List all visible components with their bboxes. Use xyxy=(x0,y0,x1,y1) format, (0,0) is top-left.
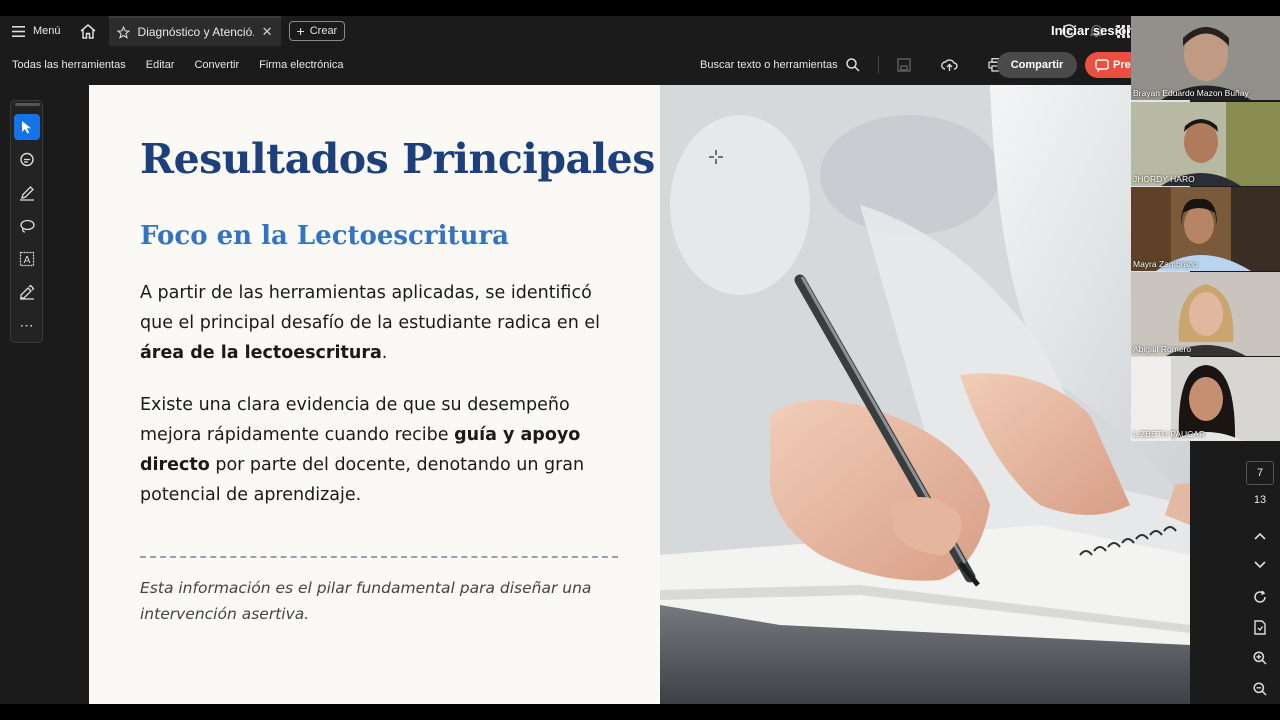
chevron-down-icon xyxy=(1254,561,1266,569)
star-icon[interactable] xyxy=(116,25,130,39)
app-window: Menú Diagnóstico y Atenció... ✕ + Crear … xyxy=(0,0,1280,720)
next-page-button[interactable] xyxy=(1248,553,1272,577)
hamburger-icon xyxy=(12,25,25,37)
upload-cloud-icon[interactable] xyxy=(940,58,958,72)
create-button[interactable]: + Crear xyxy=(288,21,346,41)
toolbar-edit[interactable]: Editar xyxy=(146,59,175,71)
participant-name: LIZBETH PAUCAR xyxy=(1133,429,1206,439)
comment-icon xyxy=(20,152,34,167)
page-nav-rail: 7 13 xyxy=(1240,458,1280,708)
plus-icon: + xyxy=(296,23,305,39)
rotate-button[interactable] xyxy=(1248,585,1272,609)
page-thumbnails-button[interactable] xyxy=(1248,615,1272,639)
toolbar-convert[interactable]: Convertir xyxy=(194,59,239,71)
toolbar-right: Buscar texto o herramientas xyxy=(700,46,1004,84)
participant-tile[interactable]: Brayan Eduardo Mazon Buñay xyxy=(1131,16,1280,100)
left-tool-rail: A ⋯ xyxy=(10,100,43,343)
menu-label: Menú xyxy=(33,25,61,37)
create-label: Crear xyxy=(309,25,338,37)
chevron-up-icon xyxy=(1254,532,1266,540)
tab-bar: Menú Diagnóstico y Atenció... ✕ + Crear … xyxy=(0,16,1280,46)
video-participants-panel: Brayan Eduardo Mazon Buñay JHORDY HARO M… xyxy=(1131,16,1280,442)
zoom-in-icon xyxy=(1253,651,1267,665)
top-strip xyxy=(0,0,1280,16)
slide-text-panel: Resultados Principales Foco en la Lectoe… xyxy=(89,85,660,704)
document-tab[interactable]: Diagnóstico y Atenció... ✕ xyxy=(108,16,281,46)
tab-title: Diagnóstico y Atenció... xyxy=(137,25,254,39)
dashed-divider xyxy=(140,556,618,558)
crosshair-cursor-icon xyxy=(709,150,723,164)
signature-pen-icon xyxy=(20,284,35,300)
participant-name: Brayan Eduardo Mazon Buñay xyxy=(1133,88,1249,98)
paragraph-1: A partir de las herramientas aplicadas, … xyxy=(140,278,620,368)
signin-link[interactable]: Iniciar sesión xyxy=(1051,16,1134,46)
save-icon[interactable] xyxy=(896,58,911,72)
zoom-in-button[interactable] xyxy=(1248,646,1272,670)
participant-name: Mayra Zambrano xyxy=(1133,259,1198,269)
bottom-strip xyxy=(0,704,1280,720)
zoom-out-button[interactable] xyxy=(1248,677,1272,701)
select-tool-button[interactable] xyxy=(14,114,40,140)
participant-name: JHORDY HARO xyxy=(1133,174,1195,184)
present-icon xyxy=(1095,58,1109,72)
share-button[interactable]: Compartir xyxy=(997,52,1077,78)
rotate-icon xyxy=(1254,590,1266,603)
lasso-tool-button[interactable] xyxy=(14,213,40,239)
toolbar-divider xyxy=(877,56,879,74)
home-icon xyxy=(80,23,96,39)
document-icon xyxy=(1254,619,1266,635)
svg-text:A: A xyxy=(24,255,31,266)
paragraph-1-end: . xyxy=(381,343,388,363)
slide-note: Esta información es el pilar fundamental… xyxy=(140,579,592,623)
text-select-tool-button[interactable]: A xyxy=(14,246,40,272)
comment-tool-button[interactable] xyxy=(14,147,40,173)
search-tools-label[interactable]: Buscar texto o herramientas xyxy=(700,59,838,71)
previous-page-button[interactable] xyxy=(1248,524,1272,548)
document-page: Resultados Principales Foco en la Lectoe… xyxy=(89,85,1190,704)
paragraph-1-text: A partir de las herramientas aplicadas, … xyxy=(140,283,600,333)
cursor-arrow-icon xyxy=(22,121,31,134)
slide-subtitle: Foco en la Lectoescritura xyxy=(140,221,509,251)
present-label: Pre xyxy=(1113,59,1131,71)
zoom-out-icon xyxy=(1253,682,1267,696)
hand-writing-illustration xyxy=(660,85,1190,704)
slide-title: Resultados Principales xyxy=(140,135,655,183)
participant-name: Abigail Romero xyxy=(1133,344,1192,354)
toolbar-esign[interactable]: Firma electrónica xyxy=(259,59,343,71)
participant-tile[interactable]: Mayra Zambrano xyxy=(1131,187,1280,271)
current-page-input[interactable]: 7 xyxy=(1246,461,1274,485)
rail-grip[interactable] xyxy=(15,103,40,106)
lasso-icon xyxy=(20,219,35,233)
participant-tile[interactable]: Abigail Romero xyxy=(1131,272,1280,356)
sign-tool-button[interactable] xyxy=(14,279,40,305)
toolbar-all-tools[interactable]: Todas las herramientas xyxy=(12,59,126,71)
more-tools-button[interactable]: ⋯ xyxy=(14,312,40,338)
search-icon[interactable] xyxy=(845,58,860,72)
text-box-icon: A xyxy=(19,251,35,267)
pen-icon xyxy=(20,186,34,201)
paragraph-1-bold: área de la lectoescritura xyxy=(140,343,382,363)
writing-photo xyxy=(660,85,1190,704)
participant-tile[interactable]: LIZBETH PAUCAR xyxy=(1131,357,1280,441)
participant-tile[interactable]: JHORDY HARO xyxy=(1131,102,1280,186)
total-pages: 13 xyxy=(1253,494,1267,506)
main-toolbar: Todas las herramientas Editar Convertir … xyxy=(0,46,1280,84)
menu-button[interactable]: Menú xyxy=(0,16,73,46)
close-tab-icon[interactable]: ✕ xyxy=(262,24,273,40)
home-button[interactable] xyxy=(73,16,103,46)
paragraph-2: Existe una clara evidencia de que su des… xyxy=(140,390,620,510)
draw-tool-button[interactable] xyxy=(14,180,40,206)
more-dots-icon: ⋯ xyxy=(19,316,35,333)
